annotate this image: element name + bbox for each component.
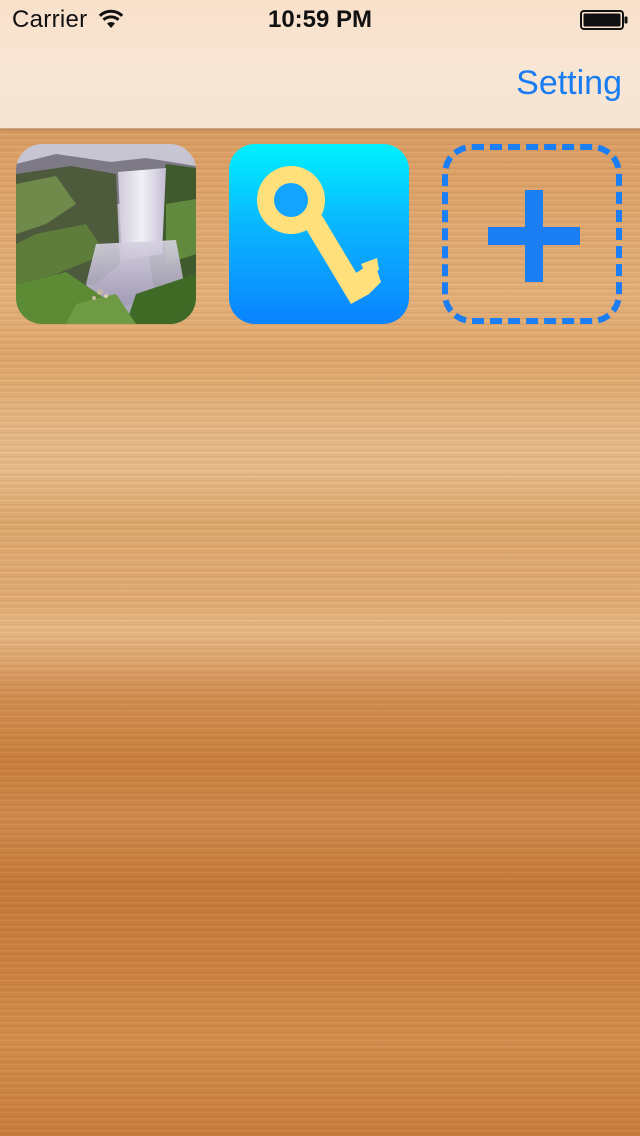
status-bar: Carrier 10:59 PM (0, 0, 640, 40)
plus-icon (488, 190, 580, 282)
key-app-tile[interactable] (229, 144, 409, 324)
status-time: 10:59 PM (267, 6, 373, 33)
battery-icon (580, 10, 628, 30)
waterfall-image (16, 144, 196, 324)
waterfall-photo-tile[interactable] (16, 144, 196, 324)
setting-button[interactable]: Setting (516, 64, 622, 103)
add-item-tile[interactable] (442, 144, 622, 324)
navigation-bar: Carrier 10:59 PM Setting (0, 0, 640, 129)
key-icon (257, 166, 381, 304)
